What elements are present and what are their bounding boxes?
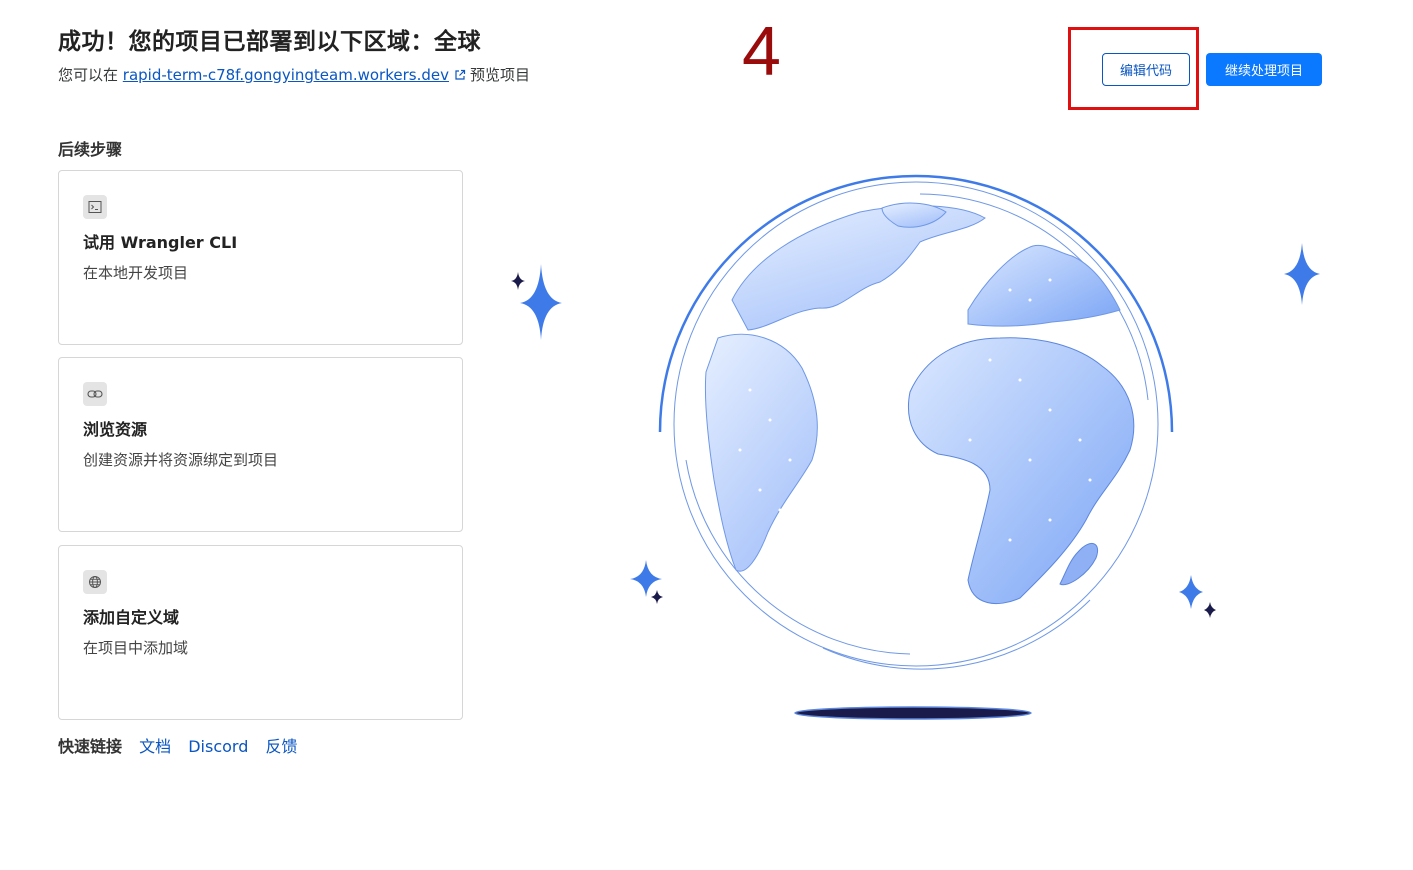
- globe-icon: [83, 570, 107, 594]
- external-link-icon[interactable]: [454, 67, 466, 85]
- quick-links: 快速链接 文档 Discord 反馈: [58, 733, 309, 757]
- next-steps-title: 后续步骤: [58, 140, 123, 159]
- worker-url-link[interactable]: rapid-term-c78f.gongyingteam.workers.dev: [123, 66, 449, 84]
- terminal-icon: [83, 195, 107, 219]
- feedback-link[interactable]: 反馈: [265, 737, 297, 756]
- card-wrangler-cli[interactable]: 试用 Wrangler CLI 在本地开发项目: [58, 170, 463, 345]
- card-custom-domain[interactable]: 添加自定义域 在项目中添加域: [58, 545, 463, 720]
- docs-link[interactable]: 文档: [139, 737, 171, 756]
- deploy-success-page: 成功！您的项目已部署到以下区域：全球 您可以在 rapid-term-c78f.…: [0, 0, 1413, 870]
- continents: [704, 202, 1135, 605]
- card-browse-resources[interactable]: 浏览资源 创建资源并将资源绑定到项目: [58, 357, 463, 532]
- card-description: 在本地开发项目: [83, 264, 189, 282]
- globe-illustration: [511, 174, 1320, 720]
- card-title: 添加自定义域: [83, 608, 180, 627]
- globe-inner-arc: [822, 599, 1091, 670]
- preview-project-label: 预览项目: [469, 66, 530, 84]
- edit-code-button[interactable]: 编辑代码: [1102, 53, 1190, 86]
- subtitle-prefix: 您可以在: [58, 66, 119, 84]
- quick-links-label: 快速链接: [58, 737, 123, 756]
- card-title: 浏览资源: [83, 420, 148, 439]
- link-icon: [83, 382, 107, 406]
- globe-shadow: [794, 706, 1032, 720]
- card-title: 试用 Wrangler CLI: [83, 233, 238, 252]
- continue-project-button[interactable]: 继续处理项目: [1206, 53, 1322, 86]
- step-annotation-number: 4: [742, 12, 781, 90]
- preview-subtitle: 您可以在 rapid-term-c78f.gongyingteam.worker…: [58, 64, 530, 85]
- card-description: 创建资源并将资源绑定到项目: [83, 451, 279, 469]
- card-description: 在项目中添加域: [83, 639, 189, 657]
- page-title: 成功！您的项目已部署到以下区域：全球: [58, 29, 481, 55]
- discord-link[interactable]: Discord: [188, 737, 248, 756]
